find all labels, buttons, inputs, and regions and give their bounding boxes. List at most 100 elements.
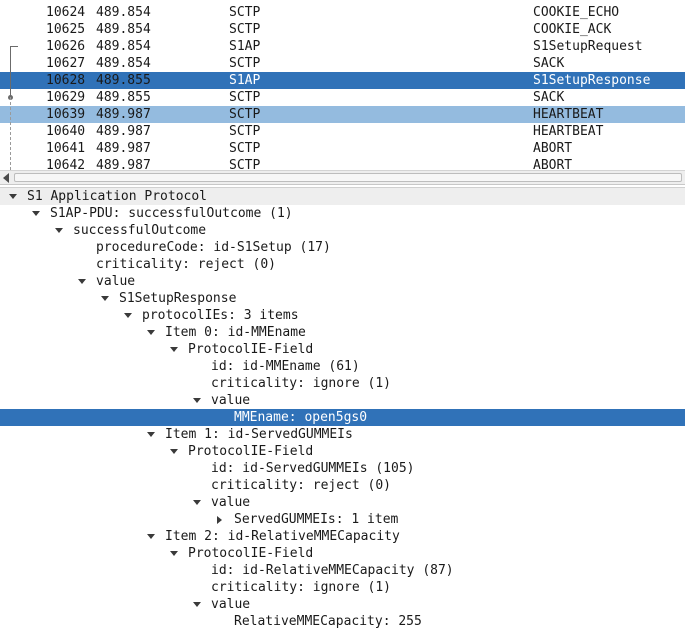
tree-item[interactable]: id: id-MMEname (61) bbox=[0, 358, 685, 375]
tree-item-label: criticality: reject (0) bbox=[211, 478, 392, 493]
tree-item[interactable]: value bbox=[0, 494, 685, 511]
tree-item[interactable]: ProtocolIE-Field bbox=[0, 341, 685, 358]
triangle-down-icon[interactable] bbox=[8, 188, 18, 205]
packet-row[interactable]: 10639 489.987 SCTP HEARTBEAT bbox=[0, 106, 685, 123]
packet-number: 10626 bbox=[46, 39, 86, 54]
scrollbar-thumb[interactable] bbox=[14, 173, 682, 182]
packet-row[interactable]: 10626 489.854 S1AP S1SetupRequest bbox=[0, 38, 685, 55]
tree-item-label: S1AP-PDU: successfulOutcome (1) bbox=[50, 206, 293, 221]
packet-number: 10627 bbox=[46, 56, 86, 71]
triangle-down-icon[interactable] bbox=[146, 528, 156, 545]
tree-item[interactable]: ProtocolIE-Field bbox=[0, 443, 685, 460]
tree-item[interactable]: Item 2: id-RelativeMMECapacity bbox=[0, 528, 685, 545]
tree-item-label: id: id-ServedGUMMEIs (105) bbox=[211, 461, 415, 476]
triangle-down-icon[interactable] bbox=[146, 324, 156, 341]
triangle-down-icon[interactable] bbox=[169, 443, 179, 460]
packet-number: 10642 bbox=[46, 158, 86, 170]
triangle-down-icon[interactable] bbox=[192, 494, 202, 511]
related-line bbox=[10, 46, 11, 97]
packet-protocol: SCTP bbox=[229, 107, 261, 122]
tree-item-label: value bbox=[96, 274, 136, 289]
related-bracket-top bbox=[10, 46, 18, 47]
packet-number: 10628 bbox=[46, 73, 86, 88]
tree-item-label: MMEname: open5gs0 bbox=[234, 410, 368, 425]
tree-item[interactable]: S1 Application Protocol bbox=[0, 188, 685, 205]
packet-number: 10629 bbox=[46, 90, 86, 105]
packet-time: 489.855 bbox=[96, 73, 151, 88]
tree-item[interactable]: RelativeMMECapacity: 255 bbox=[0, 613, 685, 630]
packet-protocol: SCTP bbox=[229, 22, 261, 37]
packet-info: HEARTBEAT bbox=[533, 124, 604, 139]
tree-item-label: criticality: ignore (1) bbox=[211, 580, 392, 595]
tree-item[interactable]: id: id-RelativeMMECapacity (87) bbox=[0, 562, 685, 579]
tree-item[interactable]: MMEname: open5gs0 bbox=[0, 409, 685, 426]
tree-item[interactable]: criticality: ignore (1) bbox=[0, 375, 685, 392]
packet-time: 489.854 bbox=[96, 22, 151, 37]
packet-info: S1SetupRequest bbox=[533, 39, 643, 54]
arrow-left-icon[interactable] bbox=[3, 173, 9, 183]
packet-protocol: SCTP bbox=[229, 124, 261, 139]
packet-protocol: SCTP bbox=[229, 158, 261, 170]
triangle-down-icon[interactable] bbox=[192, 596, 202, 613]
triangle-down-icon[interactable] bbox=[54, 222, 64, 239]
packet-time: 489.987 bbox=[96, 107, 151, 122]
tree-item[interactable]: criticality: reject (0) bbox=[0, 256, 685, 273]
tree-item[interactable]: value bbox=[0, 596, 685, 613]
packet-row[interactable]: 10641 489.987 SCTP ABORT bbox=[0, 140, 685, 157]
triangle-down-icon[interactable] bbox=[123, 307, 133, 324]
packet-list[interactable]: 10624 489.854 SCTP COOKIE_ECHO 10625 489.854 S… bbox=[0, 0, 685, 170]
tree-item[interactable]: S1AP-PDU: successfulOutcome (1) bbox=[0, 205, 685, 222]
packet-info: S1SetupResponse bbox=[533, 73, 651, 88]
tree-item[interactable]: ProtocolIE-Field bbox=[0, 545, 685, 562]
tree-item[interactable]: protocolIEs: 3 items bbox=[0, 307, 685, 324]
tree-item-label: ProtocolIE-Field bbox=[188, 342, 314, 357]
tree-item-label: value bbox=[211, 495, 251, 510]
tree-item-label: ProtocolIE-Field bbox=[188, 546, 314, 561]
tree-item-label: id: id-MMEname (61) bbox=[211, 359, 360, 374]
tree-item-label: ProtocolIE-Field bbox=[188, 444, 314, 459]
packet-row[interactable]: 10624 489.854 SCTP COOKIE_ECHO bbox=[0, 4, 685, 21]
tree-item-label: criticality: reject (0) bbox=[96, 257, 277, 272]
related-dashed-line bbox=[10, 97, 11, 170]
packet-row[interactable]: 10625 489.854 SCTP COOKIE_ACK bbox=[0, 21, 685, 38]
packet-protocol: SCTP bbox=[229, 141, 261, 156]
packet-row[interactable]: 10629 489.855 SCTP SACK bbox=[0, 89, 685, 106]
packet-info: COOKIE_ECHO bbox=[533, 5, 620, 20]
packet-row[interactable]: 10627 489.854 SCTP SACK bbox=[0, 55, 685, 72]
packet-protocol: SCTP bbox=[229, 56, 261, 71]
triangle-down-icon[interactable] bbox=[77, 273, 87, 290]
tree-item[interactable]: S1SetupResponse bbox=[0, 290, 685, 307]
tree-item[interactable]: Item 0: id-MMEname bbox=[0, 324, 685, 341]
tree-item[interactable]: id: id-ServedGUMMEIs (105) bbox=[0, 460, 685, 477]
packet-time: 489.855 bbox=[96, 90, 151, 105]
packet-details-tree[interactable]: S1 Application Protocol S1AP-PDU: success… bbox=[0, 188, 685, 631]
triangle-down-icon[interactable] bbox=[146, 426, 156, 443]
triangle-down-icon[interactable] bbox=[100, 290, 110, 307]
triangle-right-icon[interactable] bbox=[215, 511, 225, 528]
tree-item[interactable]: criticality: reject (0) bbox=[0, 477, 685, 494]
triangle-down-icon[interactable] bbox=[192, 392, 202, 409]
tree-item[interactable]: successfulOutcome bbox=[0, 222, 685, 239]
tree-item[interactable]: value bbox=[0, 392, 685, 409]
packet-protocol: SCTP bbox=[229, 90, 261, 105]
tree-item[interactable]: ServedGUMMEIs: 1 item bbox=[0, 511, 685, 528]
tree-item[interactable]: procedureCode: id-S1Setup (17) bbox=[0, 239, 685, 256]
packet-row[interactable]: 10640 489.987 SCTP HEARTBEAT bbox=[0, 123, 685, 140]
tree-item[interactable]: value bbox=[0, 273, 685, 290]
packet-number: 10641 bbox=[46, 141, 86, 156]
packet-row[interactable]: 10642 489.987 SCTP ABORT bbox=[0, 157, 685, 170]
tree-item[interactable]: criticality: ignore (1) bbox=[0, 579, 685, 596]
packet-time: 489.854 bbox=[96, 5, 151, 20]
horizontal-scrollbar[interactable] bbox=[0, 170, 685, 185]
triangle-down-icon[interactable] bbox=[169, 341, 179, 358]
packet-time: 489.987 bbox=[96, 141, 151, 156]
triangle-down-icon[interactable] bbox=[169, 545, 179, 562]
packet-info: HEARTBEAT bbox=[533, 107, 604, 122]
tree-item-label: procedureCode: id-S1Setup (17) bbox=[96, 240, 331, 255]
packet-protocol: SCTP bbox=[229, 5, 261, 20]
packet-row[interactable]: 10628 489.855 S1AP S1SetupResponse bbox=[0, 72, 685, 89]
tree-item-label: ServedGUMMEIs: 1 item bbox=[234, 512, 399, 527]
triangle-down-icon[interactable] bbox=[31, 205, 41, 222]
packet-number: 10640 bbox=[46, 124, 86, 139]
tree-item[interactable]: Item 1: id-ServedGUMMEIs bbox=[0, 426, 685, 443]
